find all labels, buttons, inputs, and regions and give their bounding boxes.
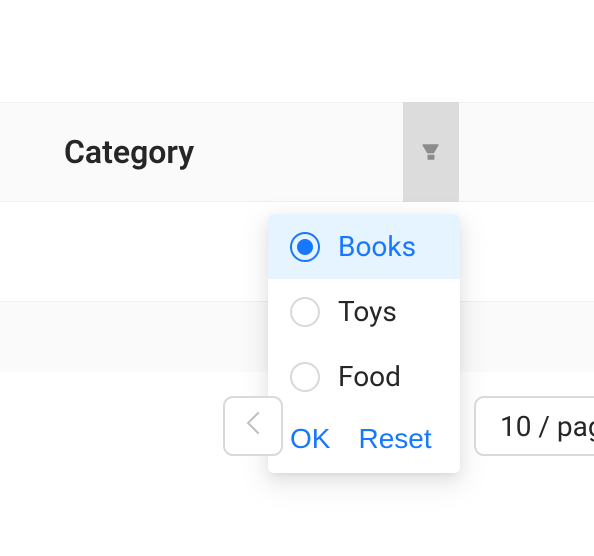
column-header-category: Category xyxy=(0,102,594,202)
filter-option-label: Food xyxy=(338,360,401,393)
table-header: Category xyxy=(0,102,594,202)
filter-icon xyxy=(420,141,442,163)
radio-icon xyxy=(290,362,320,392)
filter-trigger[interactable] xyxy=(403,102,459,202)
filter-option-label: Toys xyxy=(338,295,397,328)
filter-dropdown: Books Toys Food OK Reset xyxy=(268,214,460,473)
reset-button[interactable]: Reset xyxy=(358,423,431,455)
filter-option-food[interactable]: Food xyxy=(268,344,460,409)
page-size-selector[interactable]: 10 / pag xyxy=(474,396,594,456)
chevron-left-icon xyxy=(246,415,260,437)
page-size-label: 10 / pag xyxy=(500,410,594,443)
filter-option-books[interactable]: Books xyxy=(268,214,460,279)
radio-icon xyxy=(290,297,320,327)
filter-option-label: Books xyxy=(338,230,416,263)
column-title: Category xyxy=(64,133,194,171)
filter-option-toys[interactable]: Toys xyxy=(268,279,460,344)
pagination-prev-button[interactable] xyxy=(223,396,283,456)
radio-icon xyxy=(290,232,320,262)
filter-actions: OK Reset xyxy=(268,409,460,473)
ok-button[interactable]: OK xyxy=(290,423,330,455)
